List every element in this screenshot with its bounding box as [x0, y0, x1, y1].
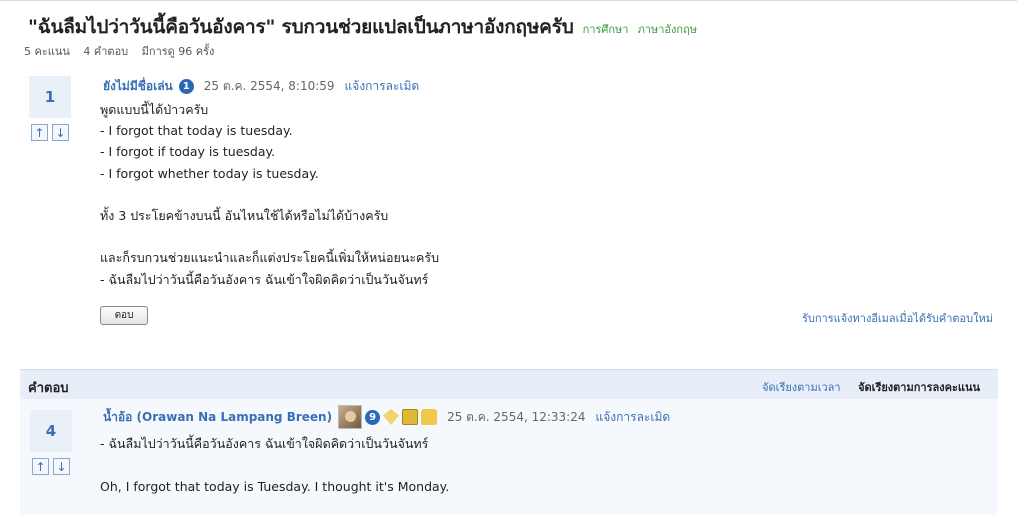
view-count: มีการดู 96 ครั้ง	[141, 45, 215, 58]
answer-author-link[interactable]: น้ำอ้อ (Orawan Na Lampang Breen)	[103, 408, 332, 427]
arrow-up-icon[interactable]: ↑	[32, 458, 49, 475]
tag-education[interactable]: การศึกษา	[583, 23, 629, 36]
answer-header: น้ำอ้อ (Orawan Na Lampang Breen) 9 25 ต.…	[103, 405, 670, 429]
answer-line: - ฉันลืมไปว่าวันนี้คือวันอังคาร ฉันเข้าใ…	[100, 436, 429, 451]
tag-english[interactable]: ภาษาอังกฤษ	[638, 23, 697, 36]
question-line	[100, 184, 439, 205]
diamond-badge-icon	[383, 409, 400, 425]
top-divider	[0, 0, 1017, 1]
question-line: ทั้ง 3 ประโยคข้างบนนี้ อันไหนใช้ได้หรือไ…	[100, 208, 389, 223]
question-line: - I forgot whether today is tuesday.	[100, 165, 319, 181]
answer-line: Oh, I forgot that today is Tuesday. I th…	[100, 479, 450, 494]
author-level-badge[interactable]: 9	[365, 409, 381, 425]
question-line: พูดแบบนี้ได้ป่าวครับ	[100, 102, 209, 117]
score-count: 5 คะแนน	[24, 45, 70, 58]
question-header: ยังไม่มีชื่อเล่น 1 25 ต.ค. 2554, 8:10:59…	[103, 77, 419, 96]
question-line: และก็รบกวนช่วยแนะนำและก็แต่งประโยคนี้เพิ…	[100, 250, 440, 266]
report-abuse-link[interactable]: แจ้งการละเมิด	[345, 77, 420, 96]
answer-line	[100, 455, 449, 477]
arrow-up-icon[interactable]: ↑	[31, 124, 48, 141]
answer-vote-widget: 4 ↑ ↓	[30, 410, 72, 475]
question-title: "ฉันลืมไปว่าวันนี้คือวันอังคาร" รบกวนช่ว…	[28, 16, 574, 38]
lock-badge-icon	[421, 409, 438, 425]
question-title-row: "ฉันลืมไปว่าวันนี้คือวันอังคาร" รบกวนช่ว…	[28, 12, 697, 42]
author-level-badge[interactable]: 1	[178, 79, 194, 94]
book-badge-icon	[402, 409, 419, 425]
question-line: - I forgot if today is tuesday.	[100, 144, 276, 160]
question-body: พูดแบบนี้ได้ป่าวครับ - I forgot that tod…	[100, 99, 439, 290]
email-notify-link[interactable]: รับการแจ้งทางอีเมลเมื่อได้รับคำตอบใหม่	[802, 309, 993, 327]
question-line: - ฉันลืมไปว่าวันนี้คือวันอังคาร ฉันเข้าใ…	[100, 271, 429, 287]
sort-by-score-selected[interactable]: จัดเรียงตามการลงคะแนน	[858, 381, 980, 394]
avatar[interactable]	[338, 405, 363, 429]
answer-timestamp: 25 ต.ค. 2554, 12:33:24	[447, 409, 586, 424]
reply-button[interactable]: ตอบ	[100, 306, 148, 325]
answer-body: - ฉันลืมไปว่าวันนี้คือวันอังคาร ฉันเข้าใ…	[100, 433, 449, 498]
question-vote-widget: 1 ↑ ↓	[29, 76, 71, 141]
question-stats: 5 คะแนน 4 คำตอบ มีการดู 96 ครั้ง	[24, 42, 224, 60]
arrow-down-icon[interactable]: ↓	[53, 458, 70, 475]
answers-header-bar: คำตอบ จัดเรียงตามเวลา จัดเรียงตามการลงคะ…	[20, 369, 998, 400]
sort-options: จัดเรียงตามเวลา จัดเรียงตามการลงคะแนน	[762, 378, 980, 396]
report-abuse-link[interactable]: แจ้งการละเมิด	[596, 408, 671, 427]
question-timestamp: 25 ต.ค. 2554, 8:10:59	[203, 79, 335, 93]
question-line: - I forgot that today is tuesday.	[100, 123, 293, 139]
answer-count: 4 คำตอบ	[83, 45, 129, 58]
question-line	[100, 226, 439, 247]
answer-vote-count: 4	[30, 410, 72, 452]
arrow-down-icon[interactable]: ↓	[52, 124, 69, 141]
question-author-link[interactable]: ยังไม่มีชื่อเล่น	[103, 77, 173, 96]
sort-by-time-link[interactable]: จัดเรียงตามเวลา	[762, 381, 841, 394]
question-vote-count: 1	[29, 76, 71, 118]
answers-heading: คำตอบ	[28, 381, 69, 396]
